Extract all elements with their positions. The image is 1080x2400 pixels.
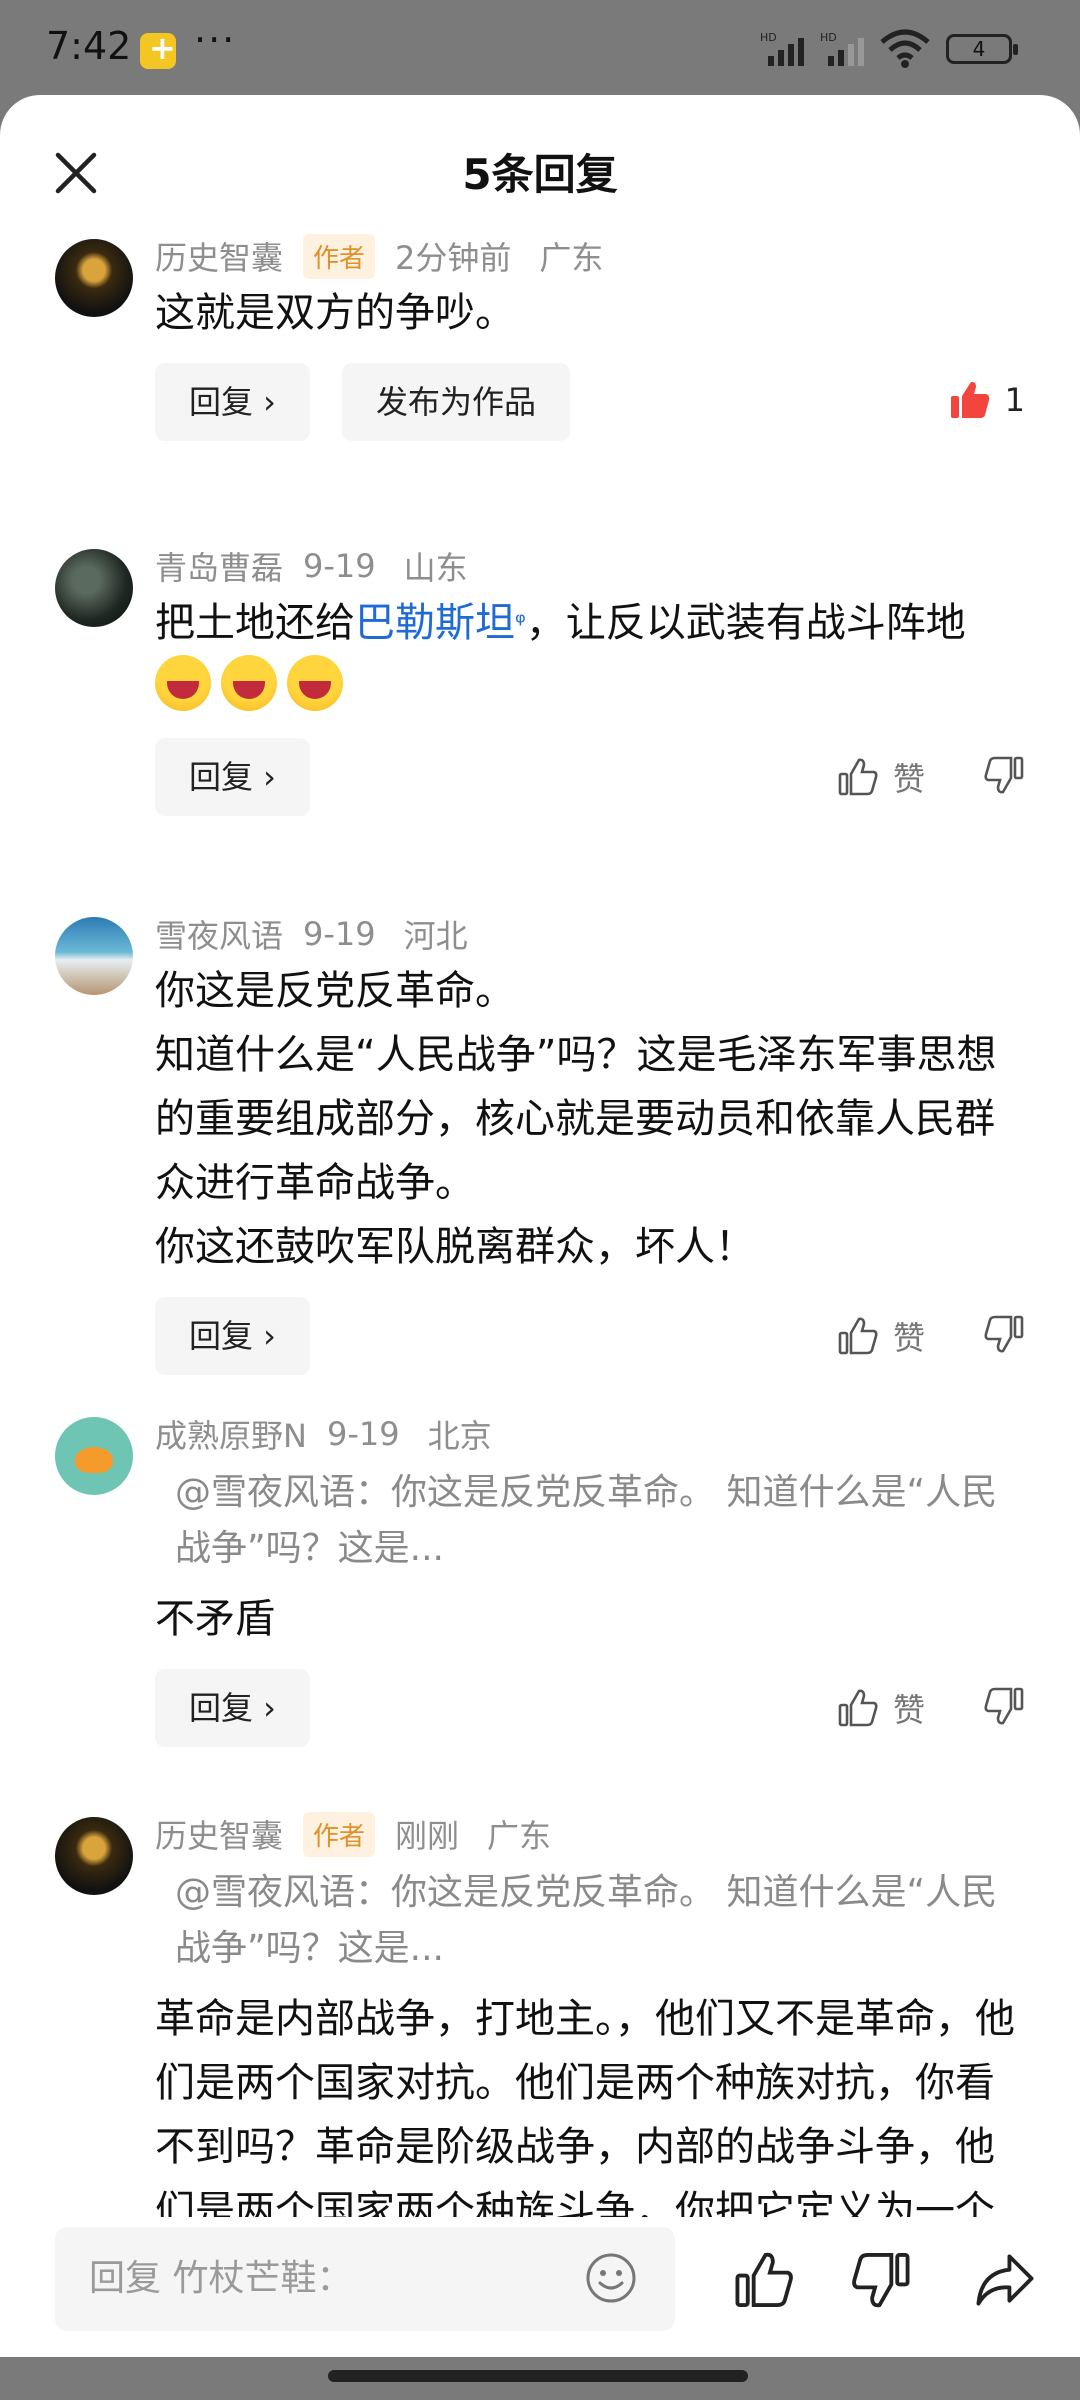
quoted-comment[interactable]: @雪夜风语：你这是反党反革命。 知道什么是“人民战争”吗？这是... (155, 1465, 1025, 1577)
search-link-icon[interactable]: ᵠ (515, 608, 526, 638)
comment-time: 2分钟前 (395, 239, 512, 277)
thumbs-up-icon (838, 758, 878, 796)
laughing-emoji-icon (287, 655, 343, 711)
comment-text: 不矛盾 (155, 1596, 275, 1642)
like-label: 赞 (892, 1691, 925, 1729)
thumbs-down-icon[interactable] (983, 1685, 1025, 1727)
status-bar: 7:42 ··· HD HD 4 (0, 0, 1080, 95)
publish-as-work-button[interactable]: 发布为作品 (342, 363, 571, 441)
comment-actions: 回复 › 赞 (155, 1297, 1025, 1377)
avatar[interactable] (55, 239, 133, 317)
reply-input[interactable]: 回复 竹杖芒鞋： (55, 2227, 675, 2331)
comment-meta: 历史智囊 作者 2分钟前 广东 (155, 225, 1025, 281)
thumbs-down-icon[interactable] (983, 754, 1025, 796)
laughing-emoji-icon (155, 655, 211, 711)
signal-hd-icon: HD (760, 31, 804, 66)
share-icon[interactable] (974, 2249, 1036, 2311)
reply-button[interactable]: 回复 › (155, 738, 310, 816)
comment-text-part: ，让反以武装有战斗阵地 (525, 600, 966, 646)
thumbs-up-filled-icon (950, 381, 989, 418)
comment-actions: 回复 › 赞 (155, 738, 1025, 818)
comment-meta: 成熟原野N 9-19 北京 (155, 1403, 1025, 1459)
status-time: 7:42 (46, 24, 132, 68)
wifi-icon (880, 29, 930, 68)
gesture-navigation-bar[interactable] (328, 2370, 748, 2382)
comment-text: 把土地还给巴勒斯坦ᵠ，让反以武装有战斗阵地 (155, 591, 1025, 720)
comment-location: 广东 (539, 239, 604, 277)
svg-text:HD: HD (760, 31, 777, 44)
comment-location: 河北 (403, 917, 468, 955)
comment-line: 你这还鼓吹军队脱离群众，坏人！ (155, 1224, 755, 1270)
reply-button[interactable]: 回复 › (155, 1669, 310, 1747)
like-button[interactable]: 1 (949, 379, 1025, 421)
search-link[interactable]: 巴勒斯坦 (355, 600, 515, 646)
reply-button[interactable]: 回复 › (155, 363, 310, 441)
quoted-comment[interactable]: @雪夜风语：你这是反党反革命。 知道什么是“人民战争”吗？这是... (155, 1865, 1025, 1977)
comment-text-part: 把土地还给 (155, 600, 355, 646)
comment-actions: 回复 › 发布为作品 1 (155, 363, 1025, 443)
comment-item: 历史智囊 作者 刚刚 广东 @雪夜风语：你这是反党反革命。 知道什么是“人民战争… (0, 1803, 1080, 2225)
comment-meta: 青岛曹磊 9-19 山东 (155, 535, 1025, 591)
comment-time: 9-19 (303, 915, 376, 953)
sheet-header: 5条回复 (0, 95, 1080, 245)
thumbs-up-icon (838, 1317, 878, 1355)
avatar[interactable] (55, 1817, 133, 1895)
avatar[interactable] (55, 1417, 133, 1495)
thumbs-down-icon[interactable] (983, 1313, 1025, 1355)
laughing-emoji-icon (221, 655, 277, 711)
comment-item: 青岛曹磊 9-19 山东 把土地还给巴勒斯坦ᵠ，让反以武装有战斗阵地 回复 › … (0, 535, 1080, 863)
comment-meta: 历史智囊 作者 刚刚 广东 (155, 1803, 1025, 1859)
author-badge: 作者 (303, 1811, 376, 1857)
app-notification-icon (140, 29, 176, 69)
comment-location: 广东 (487, 1817, 552, 1855)
like-count: 1 (1004, 381, 1025, 419)
sheet-title: 5条回复 (462, 150, 618, 199)
like-label: 赞 (892, 760, 925, 798)
user-name[interactable]: 成熟原野N (155, 1411, 307, 1457)
thumbs-down-icon[interactable] (850, 2249, 912, 2311)
thumbs-up-icon (838, 1689, 878, 1727)
signal-hd-icon-2: HD (820, 31, 864, 66)
emoji-icon[interactable] (584, 2251, 638, 2305)
like-label: 赞 (892, 1319, 925, 1357)
comment-actions: 回复 › 赞 (155, 1669, 1025, 1749)
comment-line: 知道什么是“人民战争”吗？这是毛泽东军事思想的重要组成部分，核心就是要动员和依靠… (155, 1032, 997, 1206)
comment-list[interactable]: 历史智囊 作者 2分钟前 广东 这就是双方的争吵。 回复 › 发布为作品 1 青… (0, 225, 1080, 2225)
like-button[interactable]: 赞 (837, 754, 925, 800)
thumbs-up-icon[interactable] (733, 2249, 795, 2311)
replies-sheet: 5条回复 历史智囊 作者 2分钟前 广东 这就是双方的争吵。 回复 › 发布为作… (0, 95, 1080, 2357)
like-button[interactable]: 赞 (837, 1685, 925, 1731)
reply-button[interactable]: 回复 › (155, 1297, 310, 1375)
battery-icon: 4 (946, 34, 1018, 64)
comment-text: 你这是反党反革命。 知道什么是“人民战争”吗？这是毛泽东军事思想的重要组成部分，… (155, 959, 1025, 1279)
comment-time: 9-19 (303, 547, 376, 585)
comment-item: 历史智囊 作者 2分钟前 广东 这就是双方的争吵。 回复 › 发布为作品 1 (0, 225, 1080, 495)
like-button[interactable]: 赞 (837, 1313, 925, 1359)
comment-item: 雪夜风语 9-19 河北 你这是反党反革命。 知道什么是“人民战争”吗？这是毛泽… (0, 903, 1080, 1375)
comment-time: 刚刚 (395, 1817, 460, 1855)
comment-time: 9-19 (326, 1415, 400, 1453)
comment-text: 革命是内部战争，打地主。，他们又不是革命，他们是两个国家对抗。他们是两个种族对抗… (155, 1996, 1015, 2225)
user-name[interactable]: 雪夜风语 (155, 911, 283, 957)
comment-item: 成熟原野N 9-19 北京 @雪夜风语：你这是反党反革命。 知道什么是“人民战争… (0, 1403, 1080, 1763)
comment-location: 北京 (427, 1417, 492, 1455)
comment-text: 这就是双方的争吵。 (155, 290, 515, 336)
user-name[interactable]: 青岛曹磊 (155, 543, 283, 589)
more-notifications-icon: ··· (194, 18, 237, 62)
comment-location: 山东 (403, 549, 468, 587)
user-name[interactable]: 历史智囊 (155, 233, 283, 279)
bottom-reply-bar: 回复 竹杖芒鞋： (0, 2217, 1080, 2357)
author-badge: 作者 (303, 233, 376, 279)
svg-text:HD: HD (820, 31, 837, 44)
avatar[interactable] (55, 549, 133, 627)
comment-line: 你这是反党反革命。 (155, 968, 515, 1014)
user-name[interactable]: 历史智囊 (155, 1811, 283, 1857)
comment-meta: 雪夜风语 9-19 河北 (155, 903, 1025, 959)
avatar[interactable] (55, 917, 133, 995)
